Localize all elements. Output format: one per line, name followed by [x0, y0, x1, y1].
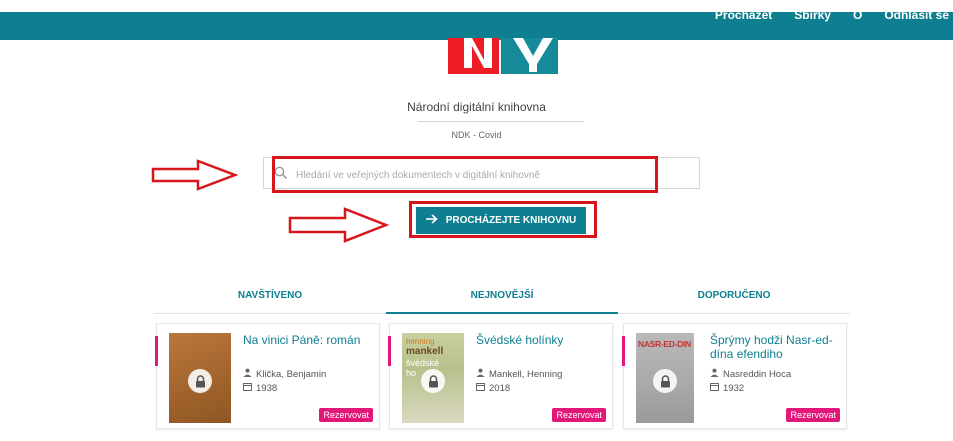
year-value: 2018	[489, 382, 511, 394]
calendar-icon	[243, 382, 252, 394]
app-subtitle: NDK - Covid	[451, 130, 502, 140]
card-accent	[622, 336, 625, 366]
book-cover	[169, 333, 231, 423]
book-author: Nasreddin Hoca	[710, 368, 791, 380]
reserve-button[interactable]: Rezervovat	[319, 408, 373, 422]
logo-red-block	[448, 38, 499, 74]
annotation-highlight-search	[272, 156, 658, 193]
annotation-arrow-browse-icon	[288, 207, 390, 243]
lock-icon	[653, 369, 677, 393]
book-card[interactable]: NASR-ED-DIN Šprýmy hodži Nasr-ed-dína ef…	[622, 323, 847, 429]
card-accent	[388, 336, 391, 366]
book-year: 1932	[710, 382, 744, 394]
person-icon	[710, 368, 719, 380]
nav-item-about[interactable]: O	[853, 9, 862, 21]
tab-newest[interactable]: NEJNOVĚJŠÍ	[386, 283, 618, 314]
author-name: Nasreddin Hoca	[723, 368, 792, 380]
author-name: Klička, Benjamin	[256, 368, 327, 380]
cover-text: ho	[406, 368, 417, 378]
calendar-icon	[710, 382, 719, 394]
book-year: 1938	[243, 382, 277, 394]
ndk-logo	[448, 38, 558, 74]
top-navbar: Procházet Sbírky O Odhlásit se	[0, 9, 953, 40]
top-nav-menu: Procházet Sbírky O Odhlásit se	[715, 9, 953, 40]
collection-tabs: NAVŠTÍVENO NEJNOVĚJŠÍ DOPORUČENO	[154, 283, 850, 314]
card-accent	[155, 336, 158, 366]
title-divider	[418, 121, 584, 122]
book-year: 2018	[476, 382, 510, 394]
book-title[interactable]: Švédské holínky	[476, 333, 608, 347]
nav-item-collections[interactable]: Sbírky	[794, 9, 831, 21]
reserve-button[interactable]: Rezervovat	[786, 408, 840, 422]
reserve-button[interactable]: Rezervovat	[552, 408, 606, 422]
nav-item-logout[interactable]: Odhlásit se	[884, 9, 949, 21]
cover-text: mankell	[406, 346, 444, 357]
lock-icon	[421, 369, 445, 393]
book-card[interactable]: Na vinici Páně: román Klička, Benjamin 1…	[155, 323, 380, 429]
app-title: Národní digitální knihovna	[407, 100, 546, 114]
cover-text: NASR-ED-DIN	[638, 339, 691, 349]
book-title[interactable]: Šprýmy hodži Nasr-ed-dína efendiho	[710, 333, 842, 361]
calendar-icon	[476, 382, 485, 394]
book-author: Mankell, Henning	[476, 368, 562, 380]
logo-teal-block	[501, 38, 558, 74]
book-title[interactable]: Na vinici Páně: román	[243, 333, 375, 347]
lock-icon	[188, 369, 212, 393]
book-author: Klička, Benjamin	[243, 368, 326, 380]
cover-text: švédské	[406, 358, 440, 368]
book-card[interactable]: henning mankell švédské ho Švédské holín…	[388, 323, 613, 429]
year-value: 1938	[256, 382, 278, 394]
author-name: Mankell, Henning	[489, 368, 563, 380]
nav-item-browse[interactable]: Procházet	[715, 9, 772, 21]
tab-recommended[interactable]: DOPORUČENO	[618, 283, 850, 313]
year-value: 1932	[723, 382, 745, 394]
person-icon	[476, 368, 485, 380]
person-icon	[243, 368, 252, 380]
cover-text: henning	[406, 337, 435, 346]
tab-visited[interactable]: NAVŠTÍVENO	[154, 283, 386, 313]
book-cover: NASR-ED-DIN	[636, 333, 694, 423]
annotation-highlight-button	[409, 201, 597, 238]
book-cover: henning mankell švédské ho	[402, 333, 464, 423]
annotation-arrow-search-icon	[151, 159, 239, 191]
